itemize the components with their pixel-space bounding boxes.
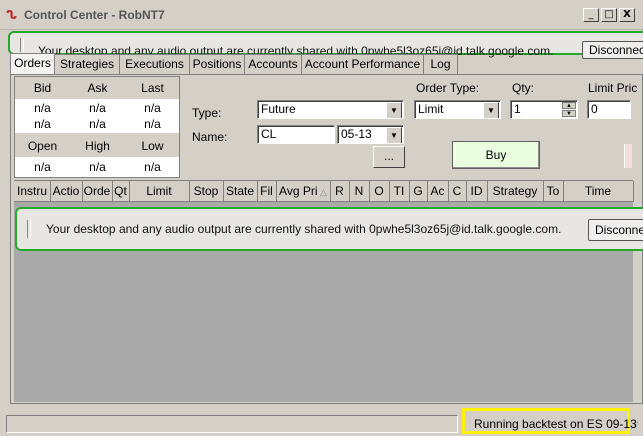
sort-icon: △ — [317, 187, 327, 197]
col-r[interactable]: R — [330, 181, 350, 202]
type-label: Type: — [192, 106, 222, 120]
app-icon: ᔐ — [6, 8, 18, 22]
low-value: n/a — [144, 160, 161, 174]
col-n[interactable]: N — [349, 181, 370, 202]
tab-account-performance[interactable]: Account Performance — [301, 54, 424, 75]
name-label: Name: — [192, 130, 228, 144]
bid-header: Bid — [33, 81, 52, 95]
sell-button-edge[interactable] — [624, 144, 632, 168]
ask-value: n/a — [89, 101, 106, 115]
close-button[interactable]: X — [619, 8, 635, 22]
order-type-label: Order Type: — [416, 81, 480, 95]
disconnect-button[interactable]: Disconnect — [588, 219, 643, 241]
share-grip[interactable] — [27, 220, 31, 238]
share-grip-top[interactable] — [20, 38, 24, 52]
col-filled[interactable]: Fil — [257, 181, 277, 202]
quote-header-2: Open High Low — [15, 133, 179, 157]
tab-executions[interactable]: Executions — [119, 54, 190, 75]
bid-size: n/a — [34, 117, 51, 131]
last-value: n/a — [144, 101, 161, 115]
last-header: Last — [141, 81, 164, 95]
quote-header-1: Bid Ask Last — [15, 77, 179, 99]
col-time[interactable]: Time — [563, 181, 634, 202]
window-title: Control Center - RobNT7 — [24, 8, 165, 22]
open-value: n/a — [34, 160, 51, 174]
instrument-name-input[interactable]: CL — [257, 125, 335, 144]
resize-grip-icon[interactable]: ⋰ — [630, 420, 642, 432]
col-order[interactable]: Orde — [82, 181, 113, 202]
qty-value: 1 — [514, 102, 521, 116]
qty-down-icon[interactable]: ▼ — [562, 110, 576, 117]
col-action[interactable]: Actio — [50, 181, 83, 202]
bid-value: n/a — [34, 101, 51, 115]
col-id[interactable]: ID — [466, 181, 488, 202]
quote-box: Bid Ask Last n/a n/a n/a n/a n/a n/a Ope… — [14, 76, 180, 178]
col-limit[interactable]: Limit — [129, 181, 190, 202]
status-text: Running backtest on ES 09-13 — [474, 417, 637, 431]
col-avg-price-label: Avg Pri — [279, 184, 318, 198]
instrument-type-value: Future — [261, 102, 296, 116]
chevron-down-icon[interactable]: ▼ — [483, 102, 499, 118]
tab-log[interactable]: Log — [423, 54, 458, 75]
high-header: High — [85, 139, 110, 153]
minimize-button[interactable]: _ — [583, 8, 599, 22]
status-panel-left — [6, 415, 458, 433]
ask-header: Ask — [87, 81, 108, 95]
open-header: Open — [27, 139, 58, 153]
qty-label: Qty: — [512, 81, 535, 95]
order-type-select[interactable]: Limit ▼ — [414, 100, 501, 119]
col-g[interactable]: G — [409, 181, 428, 202]
col-instrument[interactable]: Instru — [14, 181, 51, 202]
instrument-browse-button[interactable]: ... — [373, 146, 405, 168]
share-notice-text: Your desktop and any audio output are cu… — [46, 222, 562, 236]
col-account[interactable]: Ac — [427, 181, 449, 202]
ask-size: n/a — [89, 117, 106, 131]
qty-up-icon[interactable]: ▲ — [562, 102, 576, 109]
chevron-down-icon[interactable]: ▼ — [386, 127, 402, 143]
col-tif[interactable]: TI — [389, 181, 410, 202]
order-type-value: Limit — [418, 102, 444, 116]
last-size: n/a — [144, 117, 161, 131]
qty-stepper[interactable]: 1 ▲ ▼ — [510, 100, 578, 119]
maximize-button[interactable]: □ — [601, 8, 617, 22]
low-header: Low — [141, 139, 164, 153]
buy-button[interactable]: Buy — [452, 141, 540, 169]
tab-accounts[interactable]: Accounts — [244, 54, 302, 75]
tab-strategies[interactable]: Strategies — [54, 54, 120, 75]
high-value: n/a — [89, 160, 106, 174]
tab-positions[interactable]: Positions — [189, 54, 245, 75]
quote-values-2: n/a n/a n/a — [15, 157, 179, 177]
expiry-select[interactable]: 05-13 ▼ — [337, 125, 404, 144]
col-qty[interactable]: Qt — [112, 181, 130, 202]
disconnect-button-top[interactable]: Disconnect — [582, 41, 643, 59]
tab-orders[interactable]: Orders — [10, 53, 55, 76]
col-to[interactable]: To — [543, 181, 564, 202]
col-o[interactable]: O — [369, 181, 390, 202]
orders-grid-header: Instru Actio Orde Qt Limit Stop State Fi… — [14, 180, 634, 202]
col-c[interactable]: C — [448, 181, 467, 202]
col-avg-price[interactable]: Avg Pri △ — [276, 181, 331, 202]
col-strategy[interactable]: Strategy — [487, 181, 544, 202]
limit-price-label: Limit Pric — [588, 81, 638, 95]
share-notice-top: Your desktop and any audio output are cu… — [8, 31, 643, 59]
expiry-value: 05-13 — [341, 127, 372, 141]
share-notice: Your desktop and any audio output are cu… — [15, 207, 643, 251]
limit-price-input[interactable]: 0 — [587, 100, 631, 119]
quote-values-1: n/a n/a n/a n/a n/a n/a — [15, 99, 179, 133]
col-state[interactable]: State — [223, 181, 258, 202]
chevron-down-icon[interactable]: ▼ — [386, 102, 402, 118]
instrument-type-select[interactable]: Future ▼ — [257, 100, 404, 119]
col-stop[interactable]: Stop — [189, 181, 224, 202]
